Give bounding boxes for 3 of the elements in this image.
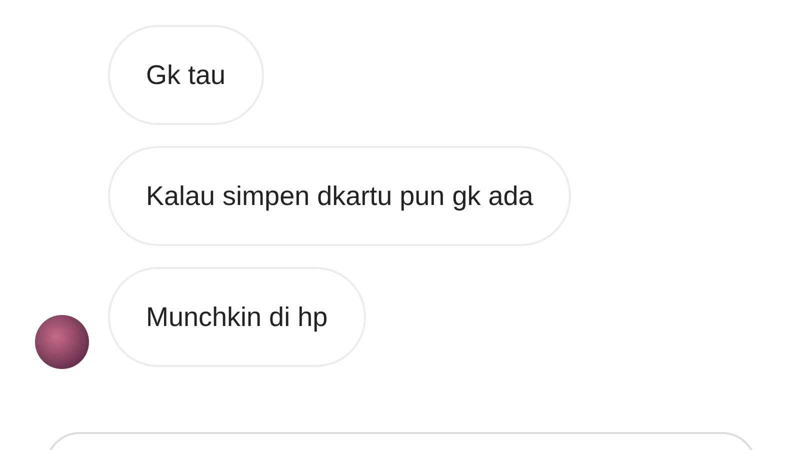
message-bubble: Gk tau: [108, 25, 264, 125]
message-bubble: Munchkin di hp: [108, 267, 366, 367]
message-bubble: Kalau simpen dkartu pun gk ada: [108, 146, 572, 246]
